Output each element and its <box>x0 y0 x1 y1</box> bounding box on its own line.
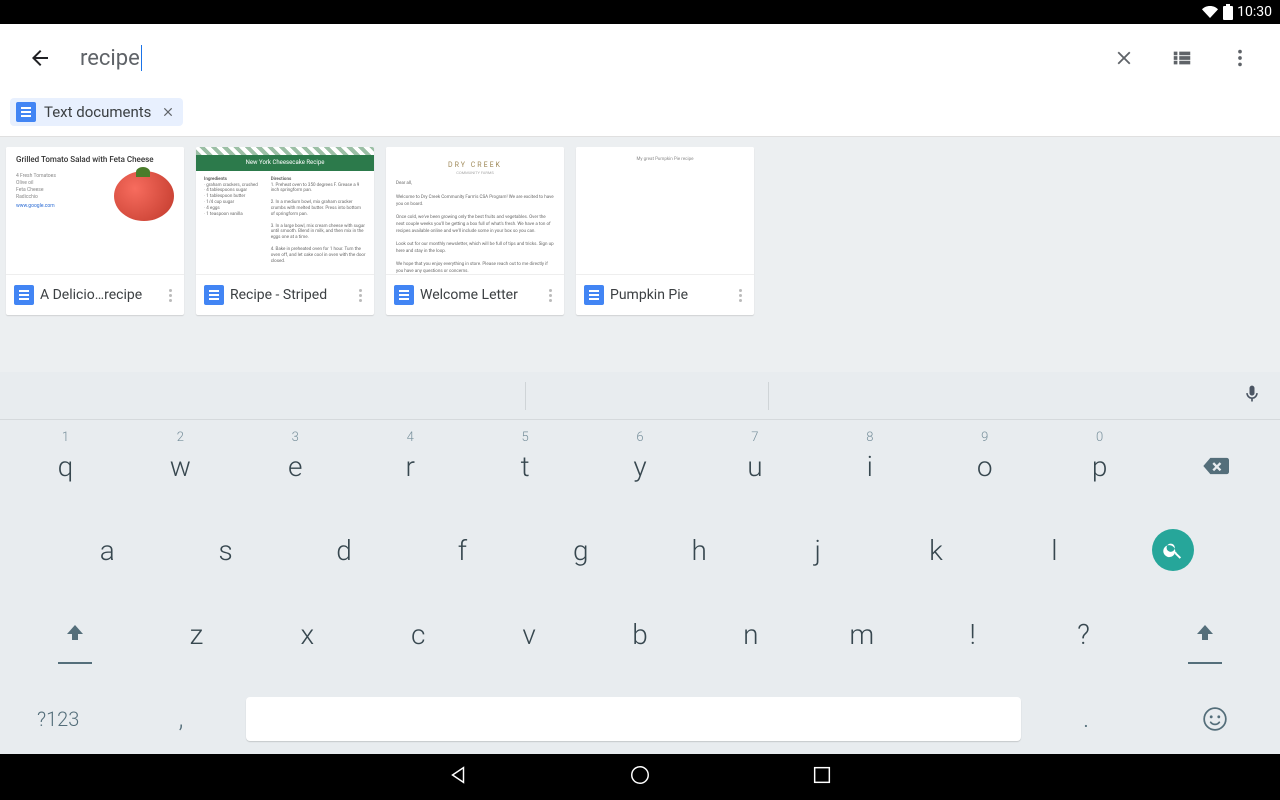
key-space[interactable] <box>246 697 1022 741</box>
search-query-text: recipe <box>80 46 140 71</box>
wifi-icon <box>1201 4 1219 20</box>
search-icon <box>1162 539 1184 561</box>
result-more-button[interactable] <box>730 289 750 302</box>
key-question[interactable]: ? <box>1028 592 1139 676</box>
key-e[interactable]: 3e <box>238 424 353 508</box>
key-q[interactable]: 1q <box>8 424 123 508</box>
filter-chip-label: Text documents <box>44 103 151 121</box>
key-r[interactable]: 4r <box>353 424 468 508</box>
filter-chip-row: Text documents <box>0 92 1280 137</box>
key-k[interactable]: k <box>877 508 995 592</box>
key-v[interactable]: v <box>474 592 585 676</box>
key-w[interactable]: 2w <box>123 424 238 508</box>
suggestion-bar <box>0 372 1280 420</box>
result-more-button[interactable] <box>350 289 370 302</box>
mic-icon <box>1242 384 1262 404</box>
voice-input-button[interactable] <box>1242 384 1262 408</box>
docs-icon <box>14 285 34 305</box>
nav-back-icon <box>447 764 469 786</box>
back-button[interactable] <box>16 34 64 82</box>
result-title: Welcome Letter <box>420 287 534 303</box>
text-cursor <box>141 45 142 71</box>
android-nav-bar <box>0 754 1280 800</box>
emoji-icon <box>1202 706 1228 732</box>
overflow-menu-button[interactable] <box>1216 34 1264 82</box>
search-results-grid: Grilled Tomato Salad with Feta Cheese 4 … <box>0 137 1280 325</box>
result-thumbnail: Grilled Tomato Salad with Feta Cheese 4 … <box>6 147 184 275</box>
key-s[interactable]: s <box>166 508 284 592</box>
status-time: 10:30 <box>1237 4 1272 20</box>
result-card[interactable]: DRY CREEK COMMUNITY FARMS Dear all,Welco… <box>386 147 564 315</box>
close-icon <box>161 105 175 119</box>
key-exclaim[interactable]: ! <box>917 592 1028 676</box>
key-f[interactable]: f <box>403 508 521 592</box>
key-d[interactable]: d <box>285 508 403 592</box>
key-emoji[interactable] <box>1151 706 1280 732</box>
key-a[interactable]: a <box>48 508 166 592</box>
key-j[interactable]: j <box>758 508 876 592</box>
key-n[interactable]: n <box>695 592 806 676</box>
filter-chip-remove[interactable] <box>159 103 177 121</box>
list-view-icon <box>1171 47 1193 69</box>
key-period[interactable]: . <box>1021 704 1150 734</box>
key-i[interactable]: 8i <box>812 424 927 508</box>
result-card[interactable]: My great Pumpkin Pie recipe Pumpkin Pie <box>576 147 754 315</box>
key-h[interactable]: h <box>640 508 758 592</box>
docs-icon <box>16 102 36 122</box>
result-thumbnail: New York Cheesecake Recipe Ingredients· … <box>196 147 374 275</box>
result-thumbnail: DRY CREEK COMMUNITY FARMS Dear all,Welco… <box>386 147 564 275</box>
key-symbols[interactable]: ?123 <box>0 707 116 731</box>
key-u[interactable]: 7u <box>697 424 812 508</box>
soft-keyboard: 1q2w3e4r5t6y7u8i9o0p asdfghjkl zxcvbnm!?… <box>0 372 1280 754</box>
key-b[interactable]: b <box>585 592 696 676</box>
key-m[interactable]: m <box>806 592 917 676</box>
clear-search-button[interactable] <box>1100 34 1148 82</box>
key-t[interactable]: 5t <box>468 424 583 508</box>
battery-icon <box>1223 4 1233 20</box>
key-x[interactable]: x <box>252 592 363 676</box>
result-card[interactable]: Grilled Tomato Salad with Feta Cheese 4 … <box>6 147 184 315</box>
android-status-bar: 10:30 <box>0 0 1280 24</box>
result-title: Pumpkin Pie <box>610 287 724 303</box>
search-input[interactable]: recipe <box>64 45 1100 71</box>
key-y[interactable]: 6y <box>583 424 698 508</box>
nav-recent-icon <box>811 764 833 786</box>
result-more-button[interactable] <box>540 289 560 302</box>
close-icon <box>1113 47 1135 69</box>
nav-back-button[interactable] <box>447 764 469 790</box>
arrow-back-icon <box>28 46 52 70</box>
key-search[interactable] <box>1114 508 1232 592</box>
search-header: recipe <box>0 24 1280 92</box>
key-o[interactable]: 9o <box>927 424 1042 508</box>
nav-recent-button[interactable] <box>811 764 833 790</box>
key-c[interactable]: c <box>363 592 474 676</box>
shift-icon <box>63 622 87 646</box>
docs-icon <box>204 285 224 305</box>
nav-home-button[interactable] <box>629 764 651 790</box>
nav-home-icon <box>629 764 651 786</box>
key-comma[interactable]: , <box>116 704 245 734</box>
key-g[interactable]: g <box>522 508 640 592</box>
key-shift[interactable] <box>8 592 141 676</box>
backspace-icon <box>1201 452 1229 480</box>
more-vert-icon <box>1229 47 1251 69</box>
filter-chip-text-documents[interactable]: Text documents <box>10 98 183 126</box>
docs-icon <box>584 285 604 305</box>
docs-icon <box>394 285 414 305</box>
key-p[interactable]: 0p <box>1042 424 1157 508</box>
result-more-button[interactable] <box>160 289 180 302</box>
key-backspace[interactable] <box>1157 424 1272 508</box>
result-card[interactable]: New York Cheesecake Recipe Ingredients· … <box>196 147 374 315</box>
key-l[interactable]: l <box>995 508 1113 592</box>
result-title: A Delicio…recipe <box>40 287 154 303</box>
result-title: Recipe - Striped <box>230 287 344 303</box>
view-toggle-button[interactable] <box>1158 34 1206 82</box>
key-shift[interactable] <box>1139 592 1272 676</box>
key-z[interactable]: z <box>141 592 252 676</box>
shift-icon <box>1193 622 1217 646</box>
result-thumbnail: My great Pumpkin Pie recipe <box>576 147 754 275</box>
